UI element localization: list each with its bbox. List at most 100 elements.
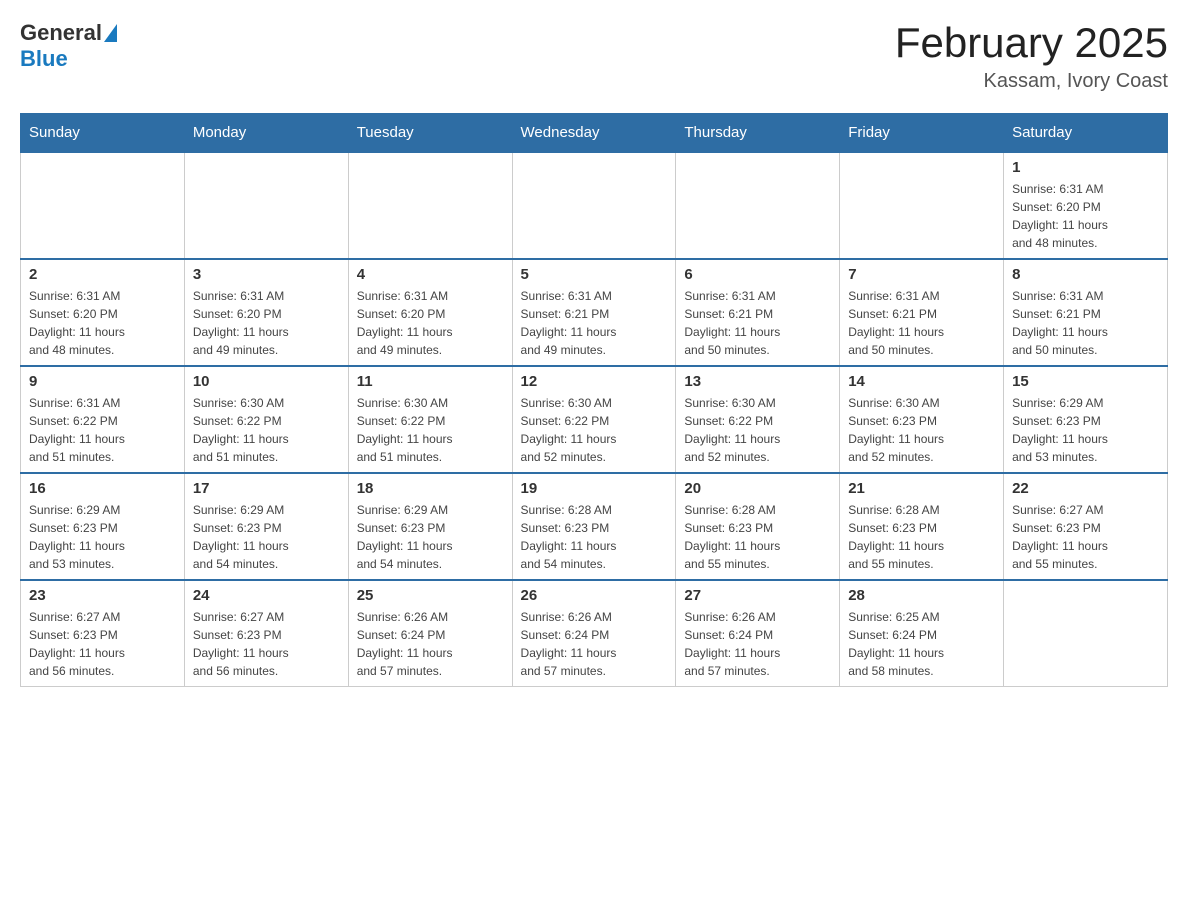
day-number: 21 <box>848 480 995 497</box>
day-info: Sunrise: 6:28 AM Sunset: 6:23 PM Dayligh… <box>521 501 668 573</box>
calendar-cell <box>184 152 348 259</box>
day-number: 15 <box>1012 373 1159 390</box>
header-friday: Friday <box>840 114 1004 153</box>
logo: General Blue <box>20 20 117 72</box>
week-row-1: 1 Sunrise: 6:31 AM Sunset: 6:20 PM Daylig… <box>21 152 1168 259</box>
calendar-cell: 5 Sunrise: 6:31 AM Sunset: 6:21 PM Daylig… <box>512 259 676 366</box>
calendar-cell: 13 Sunrise: 6:30 AM Sunset: 6:22 PM Dayli… <box>676 366 840 473</box>
day-info: Sunrise: 6:31 AM Sunset: 6:20 PM Dayligh… <box>1012 180 1159 252</box>
calendar-cell: 7Sunrise: 6:31 AM Sunset: 6:21 PM Daylig… <box>840 259 1004 366</box>
page-subtitle: Kassam, Ivory Coast <box>895 70 1168 93</box>
day-info: Sunrise: 6:31 AM Sunset: 6:21 PM Dayligh… <box>684 287 831 359</box>
calendar-cell: 22 Sunrise: 6:27 AM Sunset: 6:23 PM Dayli… <box>1004 473 1168 580</box>
calendar-cell: 3 Sunrise: 6:31 AM Sunset: 6:20 PM Daylig… <box>184 259 348 366</box>
week-row-5: 23 Sunrise: 6:27 AM Sunset: 6:23 PM Dayli… <box>21 580 1168 687</box>
day-info: Sunrise: 6:26 AM Sunset: 6:24 PM Dayligh… <box>684 608 831 680</box>
week-row-4: 16 Sunrise: 6:29 AM Sunset: 6:23 PM Dayli… <box>21 473 1168 580</box>
day-number: 26 <box>521 587 668 604</box>
header-saturday: Saturday <box>1004 114 1168 153</box>
day-info: Sunrise: 6:31 AM Sunset: 6:21 PM Dayligh… <box>521 287 668 359</box>
calendar-cell: 12 Sunrise: 6:30 AM Sunset: 6:22 PM Dayli… <box>512 366 676 473</box>
calendar-cell: 25 Sunrise: 6:26 AM Sunset: 6:24 PM Dayli… <box>348 580 512 687</box>
day-info: Sunrise: 6:31 AM Sunset: 6:20 PM Dayligh… <box>193 287 340 359</box>
day-info: Sunrise: 6:27 AM Sunset: 6:23 PM Dayligh… <box>29 608 176 680</box>
day-number: 19 <box>521 480 668 497</box>
header-tuesday: Tuesday <box>348 114 512 153</box>
day-number: 11 <box>357 373 504 390</box>
day-number: 27 <box>684 587 831 604</box>
day-info: Sunrise: 6:25 AM Sunset: 6:24 PM Dayligh… <box>848 608 995 680</box>
day-number: 17 <box>193 480 340 497</box>
day-info: Sunrise: 6:29 AM Sunset: 6:23 PM Dayligh… <box>29 501 176 573</box>
day-number: 25 <box>357 587 504 604</box>
calendar-cell <box>840 152 1004 259</box>
day-info: Sunrise: 6:29 AM Sunset: 6:23 PM Dayligh… <box>193 501 340 573</box>
logo-general-text: General <box>20 20 102 46</box>
day-info: Sunrise: 6:31 AM Sunset: 6:22 PM Dayligh… <box>29 394 176 466</box>
day-number: 8 <box>1012 266 1159 283</box>
logo-blue-text: Blue <box>20 46 68 71</box>
calendar-cell: 4 Sunrise: 6:31 AM Sunset: 6:20 PM Daylig… <box>348 259 512 366</box>
title-section: February 2025 Kassam, Ivory Coast <box>895 20 1168 93</box>
calendar-cell <box>1004 580 1168 687</box>
calendar-cell: 6 Sunrise: 6:31 AM Sunset: 6:21 PM Daylig… <box>676 259 840 366</box>
calendar-cell: 28 Sunrise: 6:25 AM Sunset: 6:24 PM Dayli… <box>840 580 1004 687</box>
calendar-cell: 21 Sunrise: 6:28 AM Sunset: 6:23 PM Dayli… <box>840 473 1004 580</box>
day-info: Sunrise: 6:27 AM Sunset: 6:23 PM Dayligh… <box>193 608 340 680</box>
day-info: Sunrise: 6:28 AM Sunset: 6:23 PM Dayligh… <box>848 501 995 573</box>
day-info: Sunrise: 6:28 AM Sunset: 6:23 PM Dayligh… <box>684 501 831 573</box>
day-number: 2 <box>29 266 176 283</box>
day-number: 13 <box>684 373 831 390</box>
day-info: Sunrise: 6:29 AM Sunset: 6:23 PM Dayligh… <box>1012 394 1159 466</box>
calendar-cell: 24 Sunrise: 6:27 AM Sunset: 6:23 PM Dayli… <box>184 580 348 687</box>
day-info: Sunrise: 6:31 AM Sunset: 6:20 PM Dayligh… <box>29 287 176 359</box>
day-number: 5 <box>521 266 668 283</box>
calendar-cell: 2 Sunrise: 6:31 AM Sunset: 6:20 PM Daylig… <box>21 259 185 366</box>
calendar-cell: 9 Sunrise: 6:31 AM Sunset: 6:22 PM Daylig… <box>21 366 185 473</box>
calendar-cell: 1 Sunrise: 6:31 AM Sunset: 6:20 PM Daylig… <box>1004 152 1168 259</box>
day-info: Sunrise: 6:31 AM Sunset: 6:21 PM Dayligh… <box>1012 287 1159 359</box>
calendar-cell <box>676 152 840 259</box>
calendar-cell: 15 Sunrise: 6:29 AM Sunset: 6:23 PM Dayli… <box>1004 366 1168 473</box>
header-monday: Monday <box>184 114 348 153</box>
day-info: Sunrise: 6:26 AM Sunset: 6:24 PM Dayligh… <box>521 608 668 680</box>
week-row-3: 9 Sunrise: 6:31 AM Sunset: 6:22 PM Daylig… <box>21 366 1168 473</box>
day-number: 22 <box>1012 480 1159 497</box>
day-info: Sunrise: 6:30 AM Sunset: 6:22 PM Dayligh… <box>357 394 504 466</box>
day-info: Sunrise: 6:30 AM Sunset: 6:22 PM Dayligh… <box>193 394 340 466</box>
header-thursday: Thursday <box>676 114 840 153</box>
day-number: 16 <box>29 480 176 497</box>
calendar-cell: 17 Sunrise: 6:29 AM Sunset: 6:23 PM Dayli… <box>184 473 348 580</box>
day-number: 1 <box>1012 159 1159 176</box>
calendar-cell: 16 Sunrise: 6:29 AM Sunset: 6:23 PM Dayli… <box>21 473 185 580</box>
day-number: 24 <box>193 587 340 604</box>
day-number: 3 <box>193 266 340 283</box>
calendar-cell: 20Sunrise: 6:28 AM Sunset: 6:23 PM Dayli… <box>676 473 840 580</box>
day-info: Sunrise: 6:30 AM Sunset: 6:22 PM Dayligh… <box>521 394 668 466</box>
header-wednesday: Wednesday <box>512 114 676 153</box>
day-number: 18 <box>357 480 504 497</box>
calendar-cell: 10 Sunrise: 6:30 AM Sunset: 6:22 PM Dayli… <box>184 366 348 473</box>
day-info: Sunrise: 6:30 AM Sunset: 6:22 PM Dayligh… <box>684 394 831 466</box>
calendar-cell: 14 Sunrise: 6:30 AM Sunset: 6:23 PM Dayli… <box>840 366 1004 473</box>
day-number: 7 <box>848 266 995 283</box>
day-number: 23 <box>29 587 176 604</box>
day-info: Sunrise: 6:31 AM Sunset: 6:20 PM Dayligh… <box>357 287 504 359</box>
day-info: Sunrise: 6:26 AM Sunset: 6:24 PM Dayligh… <box>357 608 504 680</box>
day-info: Sunrise: 6:30 AM Sunset: 6:23 PM Dayligh… <box>848 394 995 466</box>
day-number: 9 <box>29 373 176 390</box>
day-number: 4 <box>357 266 504 283</box>
day-info: Sunrise: 6:27 AM Sunset: 6:23 PM Dayligh… <box>1012 501 1159 573</box>
calendar-cell <box>348 152 512 259</box>
day-number: 10 <box>193 373 340 390</box>
header-sunday: Sunday <box>21 114 185 153</box>
calendar-cell: 27 Sunrise: 6:26 AM Sunset: 6:24 PM Dayli… <box>676 580 840 687</box>
week-row-2: 2 Sunrise: 6:31 AM Sunset: 6:20 PM Daylig… <box>21 259 1168 366</box>
calendar-cell <box>512 152 676 259</box>
day-number: 14 <box>848 373 995 390</box>
calendar-cell <box>21 152 185 259</box>
calendar-cell: 11 Sunrise: 6:30 AM Sunset: 6:22 PM Dayli… <box>348 366 512 473</box>
day-number: 12 <box>521 373 668 390</box>
day-number: 6 <box>684 266 831 283</box>
day-number: 28 <box>848 587 995 604</box>
